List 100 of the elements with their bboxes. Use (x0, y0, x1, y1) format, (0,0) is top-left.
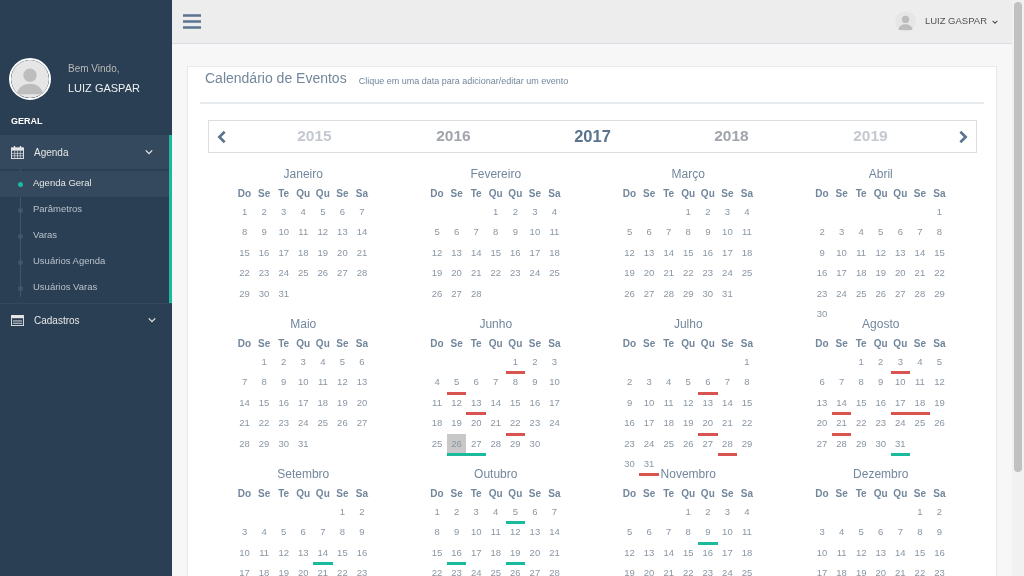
calendar-day[interactable]: 28 (234, 433, 255, 454)
calendar-day[interactable]: 19 (332, 392, 353, 414)
calendar-day[interactable]: 24 (525, 263, 545, 284)
calendar-day[interactable]: 28 (352, 263, 372, 284)
calendar-day[interactable]: 30 (619, 453, 640, 475)
calendar-day[interactable]: 19 (446, 413, 467, 434)
calendar-day[interactable]: 16 (870, 392, 891, 414)
calendar-day[interactable]: 2 (698, 502, 718, 523)
calendar-day[interactable]: 15 (737, 392, 757, 414)
calendar-day[interactable]: 7 (890, 522, 911, 543)
calendar-day[interactable]: 11 (658, 392, 679, 414)
calendar-day[interactable]: 30 (812, 303, 832, 325)
calendar-day[interactable]: 15 (332, 542, 353, 564)
calendar-day[interactable]: 26 (929, 413, 950, 434)
calendar-day[interactable]: 26 (678, 433, 699, 454)
calendar-day[interactable]: 1 (910, 502, 930, 523)
calendar-day[interactable]: 22 (427, 563, 447, 576)
calendar-day[interactable]: 7 (831, 372, 852, 393)
calendar-day[interactable]: 23 (525, 413, 545, 434)
calendar-day[interactable]: 11 (485, 522, 506, 543)
calendar-day[interactable]: 16 (525, 392, 545, 414)
submenu-item[interactable]: Parâmetros (0, 196, 169, 223)
calendar-day[interactable]: 1 (332, 502, 353, 523)
calendar-day[interactable]: 16 (505, 242, 526, 264)
calendar-day[interactable]: 8 (929, 222, 950, 243)
calendar-day[interactable]: 1 (427, 502, 447, 523)
calendar-day[interactable]: 8 (678, 222, 699, 243)
calendar-day[interactable]: 2 (698, 202, 718, 223)
calendar-day[interactable]: 31 (717, 283, 738, 304)
calendar-day[interactable]: 4 (293, 202, 314, 223)
calendar-day[interactable]: 4 (910, 352, 930, 373)
calendar-day[interactable]: 12 (619, 242, 640, 264)
calendar-day[interactable]: 31 (273, 283, 294, 304)
calendar-day[interactable]: 19 (851, 563, 871, 576)
calendar-day[interactable]: 6 (466, 372, 486, 393)
calendar-day[interactable]: 13 (870, 542, 891, 564)
calendar-day[interactable]: 25 (427, 433, 447, 454)
calendar-day[interactable]: 21 (890, 563, 911, 576)
calendar-day[interactable]: 13 (446, 242, 467, 264)
calendar-day[interactable]: 17 (717, 242, 738, 264)
user-menu[interactable]: LUIZ GASPAR (894, 11, 998, 32)
calendar-day[interactable]: 18 (427, 413, 447, 434)
calendar-day[interactable]: 25 (485, 563, 506, 576)
calendar-day[interactable]: 24 (466, 563, 486, 576)
calendar-day[interactable]: 5 (619, 522, 640, 543)
calendar-day[interactable]: 21 (352, 242, 372, 264)
calendar-day[interactable]: 26 (332, 413, 353, 434)
calendar-day[interactable]: 2 (446, 502, 467, 523)
calendar-day[interactable]: 6 (332, 202, 353, 223)
menu-icon[interactable] (183, 14, 201, 29)
calendar-day[interactable]: 8 (678, 522, 699, 543)
calendar-day[interactable]: 8 (505, 372, 526, 393)
calendar-day[interactable]: 1 (485, 202, 506, 223)
calendar-day[interactable]: 21 (658, 263, 679, 284)
calendar-day[interactable]: 12 (929, 372, 950, 393)
calendar-day[interactable]: 27 (352, 413, 372, 434)
calendar-day[interactable]: 8 (485, 222, 506, 243)
calendar-day[interactable]: 23 (273, 413, 294, 434)
calendar-day[interactable]: 29 (234, 283, 255, 304)
calendar-day[interactable]: 31 (639, 453, 659, 475)
calendar-day[interactable]: 20 (293, 563, 314, 576)
calendar-day[interactable]: 28 (466, 283, 486, 304)
calendar-day[interactable]: 14 (234, 392, 255, 414)
calendar-day[interactable]: 20 (698, 413, 718, 434)
calendar-day[interactable]: 7 (717, 372, 738, 393)
calendar-day[interactable]: 14 (831, 392, 852, 414)
calendar-day[interactable]: 22 (929, 263, 950, 284)
calendar-day[interactable]: 29 (678, 283, 699, 304)
calendar-day[interactable]: 11 (737, 522, 757, 543)
calendar-day[interactable]: 6 (639, 522, 659, 543)
calendar-day[interactable]: 29 (851, 433, 871, 454)
calendar-day[interactable]: 30 (254, 283, 274, 304)
calendar-day[interactable]: 7 (658, 222, 679, 243)
calendar-day[interactable]: 24 (639, 433, 659, 454)
calendar-day[interactable]: 3 (234, 522, 255, 543)
calendar-day[interactable]: 14 (658, 242, 679, 264)
calendar-day[interactable]: 14 (544, 522, 565, 543)
calendar-day[interactable]: 14 (658, 542, 679, 564)
calendar-day[interactable]: 12 (273, 542, 294, 564)
calendar-day[interactable]: 26 (870, 283, 891, 304)
calendar-day[interactable]: 17 (890, 392, 911, 414)
calendar-day[interactable]: 18 (737, 242, 757, 264)
calendar-day[interactable]: 2 (352, 502, 372, 523)
calendar-day[interactable]: 23 (812, 283, 832, 304)
calendar-day[interactable]: 24 (293, 413, 314, 434)
calendar-day[interactable]: 5 (332, 352, 353, 373)
calendar-day[interactable]: 31 (293, 433, 314, 454)
calendar-day[interactable]: 22 (851, 413, 871, 434)
calendar-day[interactable]: 22 (254, 413, 274, 434)
calendar-day[interactable]: 11 (831, 542, 852, 564)
calendar-day[interactable]: 13 (466, 392, 486, 414)
calendar-day[interactable]: 15 (485, 242, 506, 264)
calendar-day[interactable]: 19 (619, 563, 640, 576)
calendar-day[interactable]: 2 (812, 222, 832, 243)
calendar-day[interactable]: 30 (525, 433, 545, 454)
calendar-day[interactable]: 3 (544, 352, 565, 373)
calendar-day[interactable]: 10 (466, 522, 486, 543)
calendar-day[interactable]: 19 (929, 392, 950, 414)
calendar-day[interactable]: 21 (544, 542, 565, 564)
calendar-day[interactable]: 23 (446, 563, 467, 576)
